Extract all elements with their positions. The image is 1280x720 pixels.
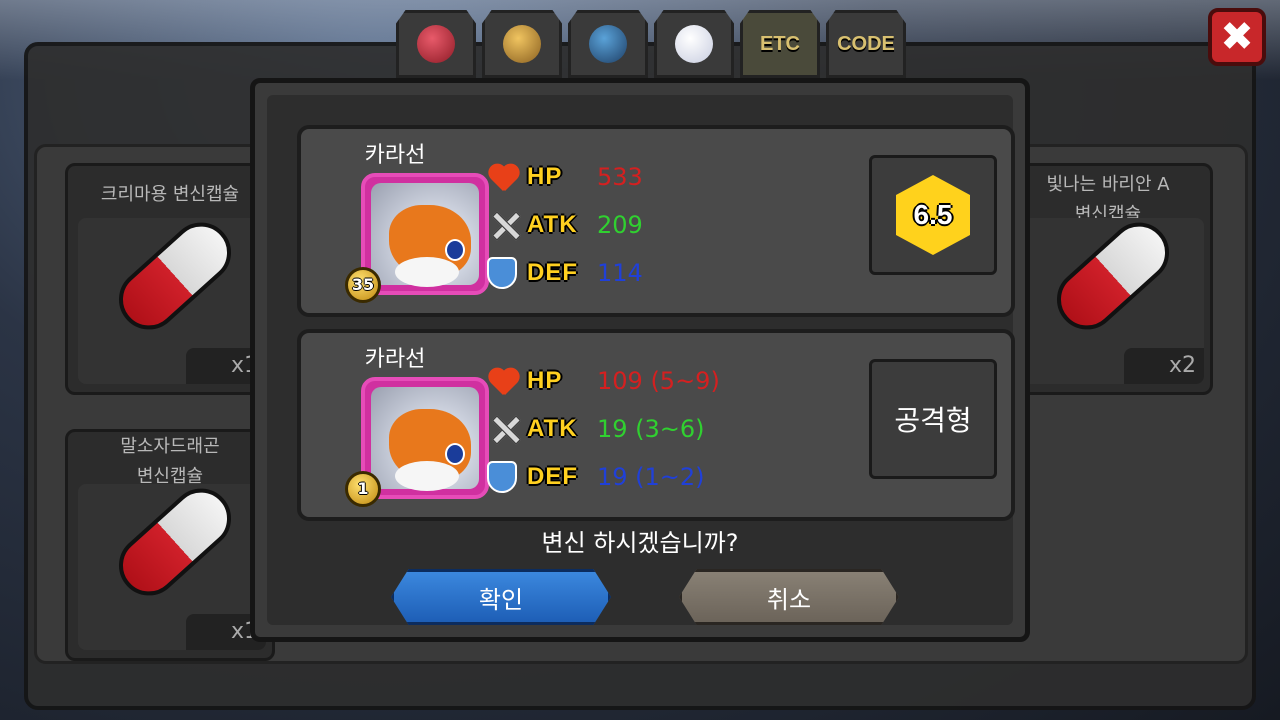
shield-icon [487,461,517,493]
inventory-item[interactable]: 빛나는 바리안 A 변신캡슐 x2 [1003,163,1213,395]
level-badge: 1 [345,471,381,507]
stat-value: 19 (1~2) [597,463,705,491]
egg-icon [675,25,713,63]
stat-hp: HP 109 (5~9) [487,357,887,405]
inventory-item-slot: x1 [78,210,266,384]
inventory-item-label: 말소자드래곤 변신캡슐 [120,436,220,487]
pet-portrait [361,173,489,295]
item-count: x2 [1124,348,1204,384]
cancel-button[interactable]: 취소 [679,569,899,625]
pet-portrait [361,377,489,499]
shield-icon [487,257,517,289]
nut-icon [503,25,541,63]
capsule-icon [106,210,244,342]
stats-list: HP 533 ATK 209 DEF 114 [487,153,887,297]
stat-atk: ATK 19 (3~6) [487,405,887,453]
crossed-swords-icon [487,209,523,241]
pet-name: 카라선 [364,143,426,168]
result-pet-card: 카라선 1 HP 109 (5~9) ATK 19 (3~6) DEF 19 (… [297,329,1015,521]
pet-type: 공격형 [894,404,972,437]
pet-name: 카라선 [364,347,426,372]
stat-value: 114 [597,259,643,287]
fruit-icon [417,25,455,63]
confirm-question: 변신 하시겠습니까? [541,529,739,557]
stat-hp: HP 533 [487,153,887,201]
stat-label: HP [527,367,563,394]
close-button[interactable]: ✖ [1208,8,1266,66]
capsule-icon [106,476,244,608]
tab-nut[interactable] [482,10,562,78]
stat-value: 209 [597,211,643,239]
inventory-item-slot: x1 [78,476,266,650]
type-box: 공격형 [869,359,997,479]
pet-eye [445,443,465,465]
tab-code[interactable]: CODE [826,10,906,78]
level-badge: 35 [345,267,381,303]
stat-value: 19 (3~6) [597,415,705,443]
close-icon: ✖ [1220,14,1254,60]
stat-label: ATK [527,415,578,442]
tab-fruit[interactable] [396,10,476,78]
stat-value: 109 (5~9) [597,367,720,395]
current-pet-card: 카라선 35 HP 533 ATK 209 DEF 114 6.5 [297,125,1015,317]
capsule-icon [1044,210,1182,342]
grade-box: 6.5 [869,155,997,275]
inventory-item[interactable]: 크리마용 변신캡슐 x1 [65,163,275,395]
category-tab-bar: ETC CODE [396,8,906,78]
stat-def: DEF 114 [487,249,887,297]
pet-face [389,409,471,491]
stat-label: DEF [527,259,578,286]
confirm-button[interactable]: 확인 [391,569,611,625]
inventory-item-slot: x2 [1016,210,1204,384]
heart-icon [487,365,523,397]
inventory-item[interactable]: 말소자드래곤 변신캡슐 x1 [65,429,275,661]
heart-icon [487,161,523,193]
stat-def: DEF 19 (1~2) [487,453,887,501]
fish-icon [589,25,627,63]
pet-eye [445,239,465,261]
stats-list: HP 109 (5~9) ATK 19 (3~6) DEF 19 (1~2) [487,357,887,501]
tab-fish[interactable] [568,10,648,78]
stat-label: HP [527,163,563,190]
stat-label: DEF [527,463,578,490]
stat-atk: ATK 209 [487,201,887,249]
tab-etc[interactable]: ETC [740,10,820,78]
stat-label: ATK [527,211,578,238]
crossed-swords-icon [487,413,523,445]
grade-badge: 6.5 [896,175,970,255]
inventory-item-label: 크리마용 변신캡슐 [100,184,240,205]
dialog-body: 카라선 35 HP 533 ATK 209 DEF 114 6.5 카라선 1 … [267,95,1015,625]
stat-value: 533 [597,163,643,191]
transform-dialog: 카라선 35 HP 533 ATK 209 DEF 114 6.5 카라선 1 … [250,78,1030,642]
pet-face [389,205,471,287]
tab-egg[interactable] [654,10,734,78]
